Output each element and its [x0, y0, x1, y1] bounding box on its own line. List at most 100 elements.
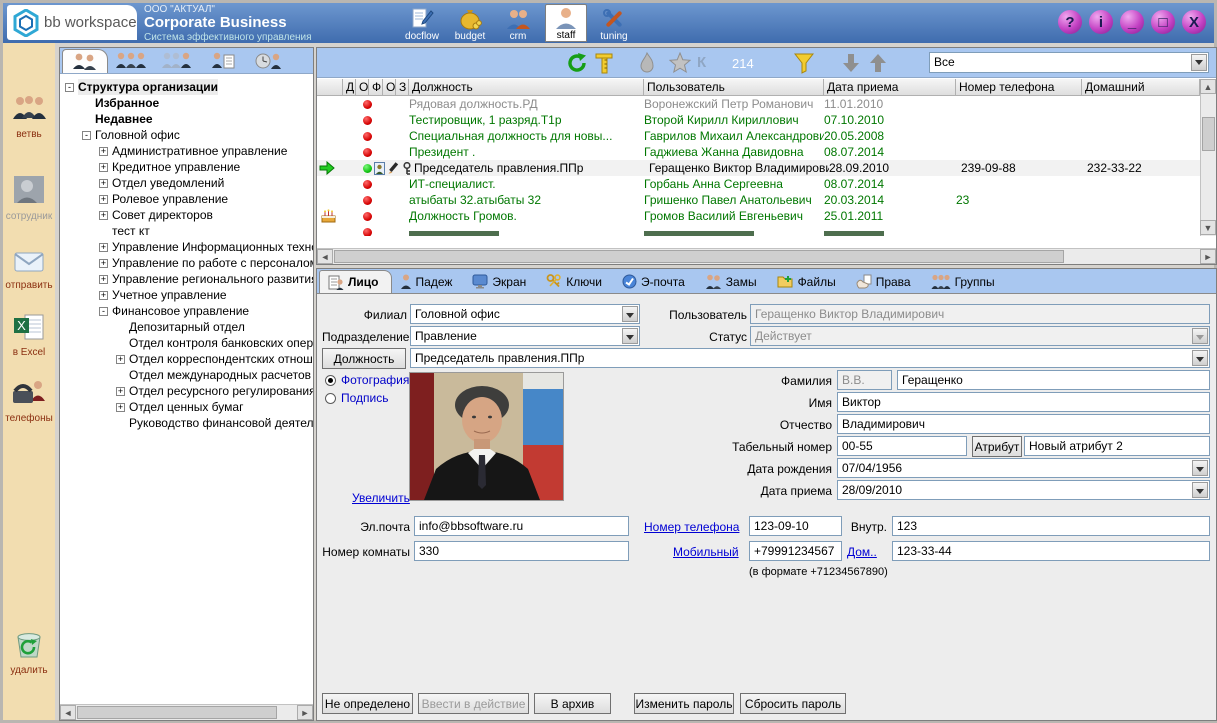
expand-toggle-icon[interactable]: +: [99, 211, 108, 220]
table-row[interactable]: Тестировщик, 1 разряд.Т1рВторой Кирилл К…: [317, 112, 1200, 128]
scroll-right-icon[interactable]: ►: [1200, 249, 1216, 264]
sidebar-item-send[interactable]: отправить: [3, 248, 55, 291]
tree-item[interactable]: +Управление Информационных технол: [60, 239, 313, 255]
internal-phone-field[interactable]: 123: [892, 516, 1210, 536]
chevron-down-icon[interactable]: [622, 306, 638, 322]
patronymic-field[interactable]: Владимирович: [837, 414, 1210, 434]
scroll-down-icon[interactable]: ▼: [1200, 220, 1216, 235]
column-header-date[interactable]: Дата приема: [824, 79, 956, 96]
letter-k-icon[interactable]: К: [697, 54, 706, 71]
expand-toggle-icon[interactable]: -: [82, 131, 91, 140]
expand-toggle-icon[interactable]: +: [116, 355, 125, 364]
mobile-link[interactable]: Мобильный: [673, 545, 739, 559]
module-crm[interactable]: crm: [497, 4, 539, 42]
scroll-thumb[interactable]: [1202, 117, 1215, 151]
tree-item[interactable]: Депозитарный отдел: [60, 319, 313, 335]
flame-icon[interactable]: [639, 52, 655, 74]
chevron-down-icon[interactable]: [1192, 350, 1208, 366]
grid-vertical-scrollbar[interactable]: ▲ ▼: [1200, 79, 1216, 236]
scroll-thumb[interactable]: [334, 250, 1064, 263]
tab-person[interactable]: Лицо: [319, 270, 392, 293]
info-button[interactable]: i: [1089, 10, 1113, 34]
table-row[interactable]: ИТ-специалист.Горбань Анна Сергеевна 08.…: [317, 176, 1200, 192]
not-defined-button[interactable]: Не определено: [322, 693, 413, 714]
module-budget[interactable]: budget: [449, 4, 491, 42]
column-header[interactable]: Д: [343, 79, 356, 96]
table-row-selected[interactable]: Председатель правления.ППрГеращенко Викт…: [317, 160, 1200, 176]
expand-toggle-icon[interactable]: +: [116, 387, 125, 396]
table-row[interactable]: Должность Громов.Громов Василий Евгеньев…: [317, 208, 1200, 224]
column-header-home[interactable]: Домашний: [1082, 79, 1200, 96]
minimize-button[interactable]: _: [1120, 10, 1144, 34]
attribute-button[interactable]: Атрибут: [972, 436, 1022, 457]
scroll-up-icon[interactable]: ▲: [1200, 79, 1216, 94]
attribute-field[interactable]: Новый атрибут 2: [1024, 436, 1210, 456]
tree-item[interactable]: +Отдел уведомлений: [60, 175, 313, 191]
tree-item[interactable]: Отдел международных расчетов: [60, 367, 313, 383]
chevron-down-icon[interactable]: [1192, 482, 1208, 498]
tree-item[interactable]: Отдел контроля банковских опера: [60, 335, 313, 351]
column-header-indicator[interactable]: [317, 79, 343, 96]
column-header[interactable]: О: [356, 79, 369, 96]
tab-groups[interactable]: Группы: [923, 270, 1007, 293]
tree-item[interactable]: Избранное: [60, 95, 313, 111]
column-header[interactable]: З: [396, 79, 409, 96]
tab-screen[interactable]: Экран: [464, 270, 538, 293]
enlarge-photo-link[interactable]: Увеличить: [352, 491, 410, 505]
expand-toggle-icon[interactable]: +: [99, 147, 108, 156]
room-field[interactable]: 330: [414, 541, 629, 561]
surname-field[interactable]: Геращенко: [897, 370, 1210, 390]
arrow-up-icon[interactable]: [869, 52, 887, 74]
expand-toggle-icon[interactable]: +: [99, 163, 108, 172]
tab-files[interactable]: Файлы: [769, 270, 848, 293]
scroll-thumb[interactable]: [77, 706, 277, 719]
expand-toggle-icon[interactable]: -: [65, 83, 74, 92]
department-combobox[interactable]: Правление: [410, 326, 640, 346]
tab-deputies[interactable]: Замы: [697, 270, 769, 293]
tab-email[interactable]: Э-почта: [614, 270, 697, 293]
change-password-button[interactable]: Изменить пароль: [634, 693, 734, 714]
tree-item[interactable]: +Совет директоров: [60, 207, 313, 223]
position-button[interactable]: Должность: [322, 348, 406, 369]
expand-toggle-icon[interactable]: +: [99, 275, 108, 284]
photo-radio[interactable]: Фотография: [325, 373, 409, 387]
tree-item[interactable]: +Отдел корреспондентских отноше: [60, 351, 313, 367]
personnel-number-field[interactable]: 00-55: [837, 436, 967, 456]
column-header-phone[interactable]: Номер телефона: [956, 79, 1082, 96]
table-row-partial[interactable]: [317, 224, 1200, 236]
module-docflow[interactable]: docflow: [401, 4, 443, 42]
sidebar-item-branch[interactable]: ветвь: [3, 95, 55, 140]
sidebar-item-phones[interactable]: телефоны: [3, 379, 55, 424]
table-row[interactable]: Специальная должность для новы...Гаврило…: [317, 128, 1200, 144]
tree-horizontal-scrollbar[interactable]: ◄ ►: [60, 704, 313, 720]
column-header[interactable]: О: [383, 79, 396, 96]
email-field[interactable]: info@bbsoftware.ru: [414, 516, 629, 536]
activate-button[interactable]: Ввести в действие: [418, 693, 529, 714]
tree-item[interactable]: -Структура организации: [60, 79, 313, 95]
sidebar-item-excel[interactable]: X в Excel: [3, 313, 55, 358]
tab-rights[interactable]: Права: [848, 270, 923, 293]
archive-button[interactable]: В архив: [534, 693, 611, 714]
expand-toggle-icon[interactable]: +: [99, 243, 108, 252]
table-row[interactable]: Президент .Гаджиева Жанна Давидовна 08.0…: [317, 144, 1200, 160]
birth-date-picker[interactable]: 07/04/1956: [837, 458, 1210, 478]
ruler-icon[interactable]: [595, 52, 613, 74]
column-header-position[interactable]: Должность: [409, 79, 644, 96]
module-staff[interactable]: staff: [545, 4, 587, 42]
chevron-down-icon[interactable]: [622, 328, 638, 344]
phone-link[interactable]: Номер телефона: [644, 520, 739, 534]
filter-funnel-icon[interactable]: [794, 52, 814, 74]
tree-item[interactable]: +Учетное управление: [60, 287, 313, 303]
reset-password-button[interactable]: Сбросить пароль: [740, 693, 846, 714]
tree-item[interactable]: +Отдел ресурсного регулирования: [60, 383, 313, 399]
tab-case[interactable]: Падеж: [392, 270, 465, 293]
scroll-left-icon[interactable]: ◄: [317, 249, 333, 264]
tree-item[interactable]: +Управление по работе с персоналом: [60, 255, 313, 271]
maximize-button[interactable]: □: [1151, 10, 1175, 34]
close-button[interactable]: X: [1182, 10, 1206, 34]
tree-tab-structure[interactable]: [62, 49, 108, 73]
chevron-down-icon[interactable]: [1192, 460, 1208, 476]
table-row[interactable]: Рядовая должность.РДВоронежский Петр Ром…: [317, 96, 1200, 112]
mobile-field[interactable]: +79991234567: [749, 541, 842, 561]
filter-combobox[interactable]: Все: [929, 52, 1209, 73]
